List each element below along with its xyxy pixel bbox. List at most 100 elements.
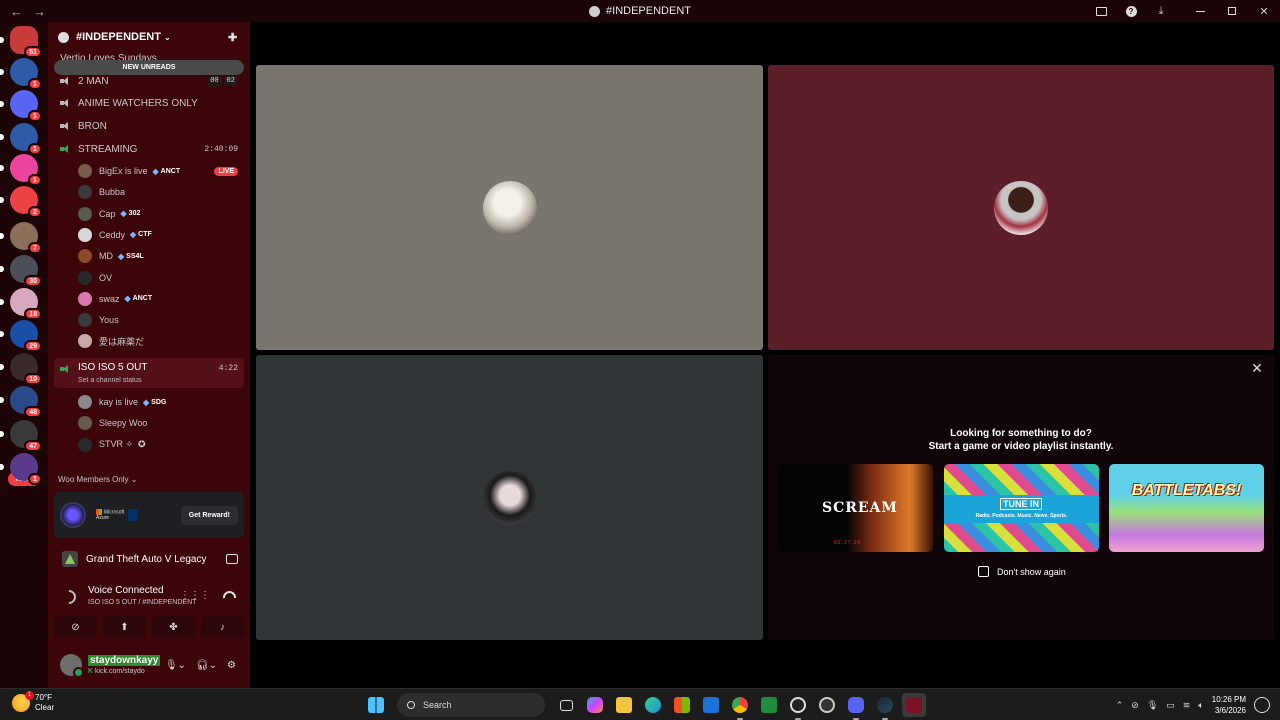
chrome-icon[interactable] [728, 693, 752, 720]
live-badge[interactable]: LIVE [214, 166, 238, 176]
start-button[interactable] [364, 693, 388, 717]
close-icon[interactable]: ✕ [1248, 0, 1280, 22]
volume-icon[interactable]: 🔈︎ [1198, 700, 1203, 711]
discord-window-icon[interactable] [902, 693, 926, 717]
invite-user-icon[interactable]: ✚ [228, 31, 240, 44]
noise-suppression-icon[interactable]: ⋮⋮⋮ [180, 590, 210, 601]
voice-user[interactable]: Yous [78, 310, 244, 330]
voice-channel-anime[interactable]: ANIME WATCHERS ONLY [54, 93, 244, 113]
display-icon[interactable]: ▭ [1166, 700, 1175, 711]
server-tag[interactable]: ◆ 302 [121, 209, 141, 218]
share-screen-button[interactable]: ⬆ [103, 616, 146, 638]
store-icon[interactable] [670, 693, 694, 717]
promo-banner[interactable]: Microsoft Azure Get Reward! [54, 492, 244, 538]
settings-gear-icon[interactable]: ⚙ [227, 660, 236, 671]
wifi-icon[interactable]: ≋ [1183, 700, 1191, 711]
server-tag[interactable]: ◆ SS4L [118, 252, 144, 261]
user-avatar[interactable] [60, 654, 84, 678]
voice-status-title[interactable]: Voice Connected [88, 585, 164, 596]
server-icon[interactable]: 30 [0, 255, 42, 287]
server-icon[interactable]: 1 [0, 154, 42, 186]
voice-channel-iso[interactable]: ISO ISO 5 OUT 4:22 Set a channel status [54, 358, 244, 388]
task-view-icon[interactable] [554, 693, 578, 717]
taskbar-search[interactable]: Search [397, 693, 545, 717]
server-icon[interactable]: 2 [0, 186, 42, 218]
server-icon[interactable]: 1 [0, 90, 42, 122]
outlook-icon[interactable] [699, 693, 723, 717]
voice-user[interactable]: STVR ✧ ✪ [78, 435, 244, 455]
sheets-icon[interactable] [757, 693, 781, 717]
notification-icon[interactable] [1254, 697, 1270, 713]
voice-user[interactable]: kay is live ◆ SDG [78, 392, 244, 412]
voice-user[interactable]: OV [78, 268, 244, 288]
edge-icon[interactable] [641, 693, 665, 717]
voice-channel-bron[interactable]: BRON [54, 116, 244, 136]
server-icon[interactable]: 7 [0, 222, 42, 254]
steam-icon[interactable] [873, 693, 897, 720]
server-tag[interactable]: ◆ ANCT [153, 167, 181, 176]
activity-card-battletabs[interactable]: BATTLETABS! [1109, 464, 1264, 552]
server-icon[interactable]: 10 [0, 353, 42, 385]
server-icon[interactable]: 18 [0, 288, 42, 320]
voice-channel-2-man[interactable]: 2 MAN 00 02 [54, 71, 244, 91]
voice-user[interactable]: Bubba [78, 182, 244, 202]
activity-card-scream[interactable]: SCREAM 02.27.26 [778, 464, 933, 552]
discord-icon[interactable] [844, 693, 868, 720]
back-arrow-icon[interactable]: ← [10, 4, 23, 19]
soundboard-button[interactable]: ♪ [201, 616, 244, 638]
voice-user[interactable]: Ceddy ◆ CTF [78, 225, 244, 245]
voice-channel-streaming[interactable]: STREAMING 2:40:09 [54, 139, 244, 159]
server-tag[interactable]: ◆ SDG [143, 398, 166, 407]
participant-tile[interactable] [256, 355, 763, 640]
guild-header[interactable]: #INDEPENDENT ⌄ ✚ [48, 22, 250, 52]
disconnect-icon[interactable] [223, 591, 236, 598]
participant-tile[interactable] [768, 65, 1274, 350]
forward-arrow-icon[interactable]: → [33, 4, 46, 19]
obs-icon[interactable] [786, 693, 810, 720]
voice-user[interactable]: MD ◆ SS4L [78, 246, 244, 266]
server-icon[interactable]: 29 [0, 320, 42, 352]
screen-share-icon[interactable] [1086, 0, 1116, 22]
current-activity[interactable]: Grand Theft Auto V Legacy [48, 546, 250, 572]
copilot-icon[interactable] [583, 693, 607, 717]
activities-button[interactable]: ✤ [152, 616, 195, 638]
stream-game-icon[interactable] [226, 554, 238, 564]
dont-show-again-checkbox[interactable]: Don't show again [978, 566, 1066, 577]
participant-tile[interactable] [256, 65, 763, 350]
server-icon[interactable]: 51 [0, 26, 42, 58]
server-tag[interactable]: ◆ CTF [130, 230, 152, 239]
microphone-icon[interactable]: 🎙︎ [1147, 700, 1158, 711]
file-explorer-icon[interactable] [612, 693, 636, 717]
server-icon[interactable]: 1 [0, 123, 42, 155]
get-reward-button[interactable]: Get Reward! [180, 505, 238, 525]
camera-off-button[interactable]: ⊘ [54, 616, 97, 638]
voice-user[interactable]: Sleepy Woo [78, 413, 244, 433]
maximize-icon[interactable] [1216, 0, 1248, 22]
close-icon[interactable]: ✕ [1250, 361, 1264, 375]
server-icon[interactable]: 47 [0, 420, 42, 452]
voice-user[interactable]: Cap ◆ 302 [78, 204, 244, 224]
voice-user[interactable]: BigEx is live ◆ ANCT LIVE [78, 161, 244, 181]
server-icon[interactable]: 48 [0, 386, 42, 418]
server-icon[interactable]: 1 [0, 453, 42, 485]
weather-widget[interactable]: 1 70°F Clear [12, 691, 54, 713]
app-icon[interactable] [815, 693, 839, 717]
channel-status[interactable]: Set a channel status [78, 377, 141, 384]
voice-user[interactable]: swaz ◆ ANCT [78, 289, 244, 309]
server-tag[interactable]: ◆ ANCT [125, 294, 153, 303]
signal-icon[interactable] [59, 587, 79, 607]
minimize-icon[interactable] [1184, 0, 1216, 22]
user-names[interactable]: staydownkayy K kick.com/staydo [88, 655, 161, 675]
speaker-icon [60, 121, 71, 131]
server-icon[interactable]: 1 [0, 58, 42, 90]
voice-user[interactable]: 愛は麻薬だ [78, 331, 244, 351]
download-icon[interactable]: ⤓ [1146, 0, 1176, 22]
help-icon[interactable]: ? [1116, 0, 1146, 22]
activity-card-tunein[interactable]: TUNE IN Radio. Podcasts. Music. News. Sp… [944, 464, 1099, 552]
clock[interactable]: 10:26 PM 3/6/2026 [1212, 694, 1246, 716]
chevron-up-icon[interactable]: ⌃ [1116, 700, 1124, 711]
category-woo-members[interactable]: Woo Members Only ⌄ [58, 475, 137, 484]
headphones-icon[interactable]: 🎧︎⌄ [196, 660, 217, 671]
microphone-icon[interactable]: 🎙︎⌄ [165, 660, 186, 671]
network-off-icon[interactable]: ⊘ [1131, 700, 1139, 711]
